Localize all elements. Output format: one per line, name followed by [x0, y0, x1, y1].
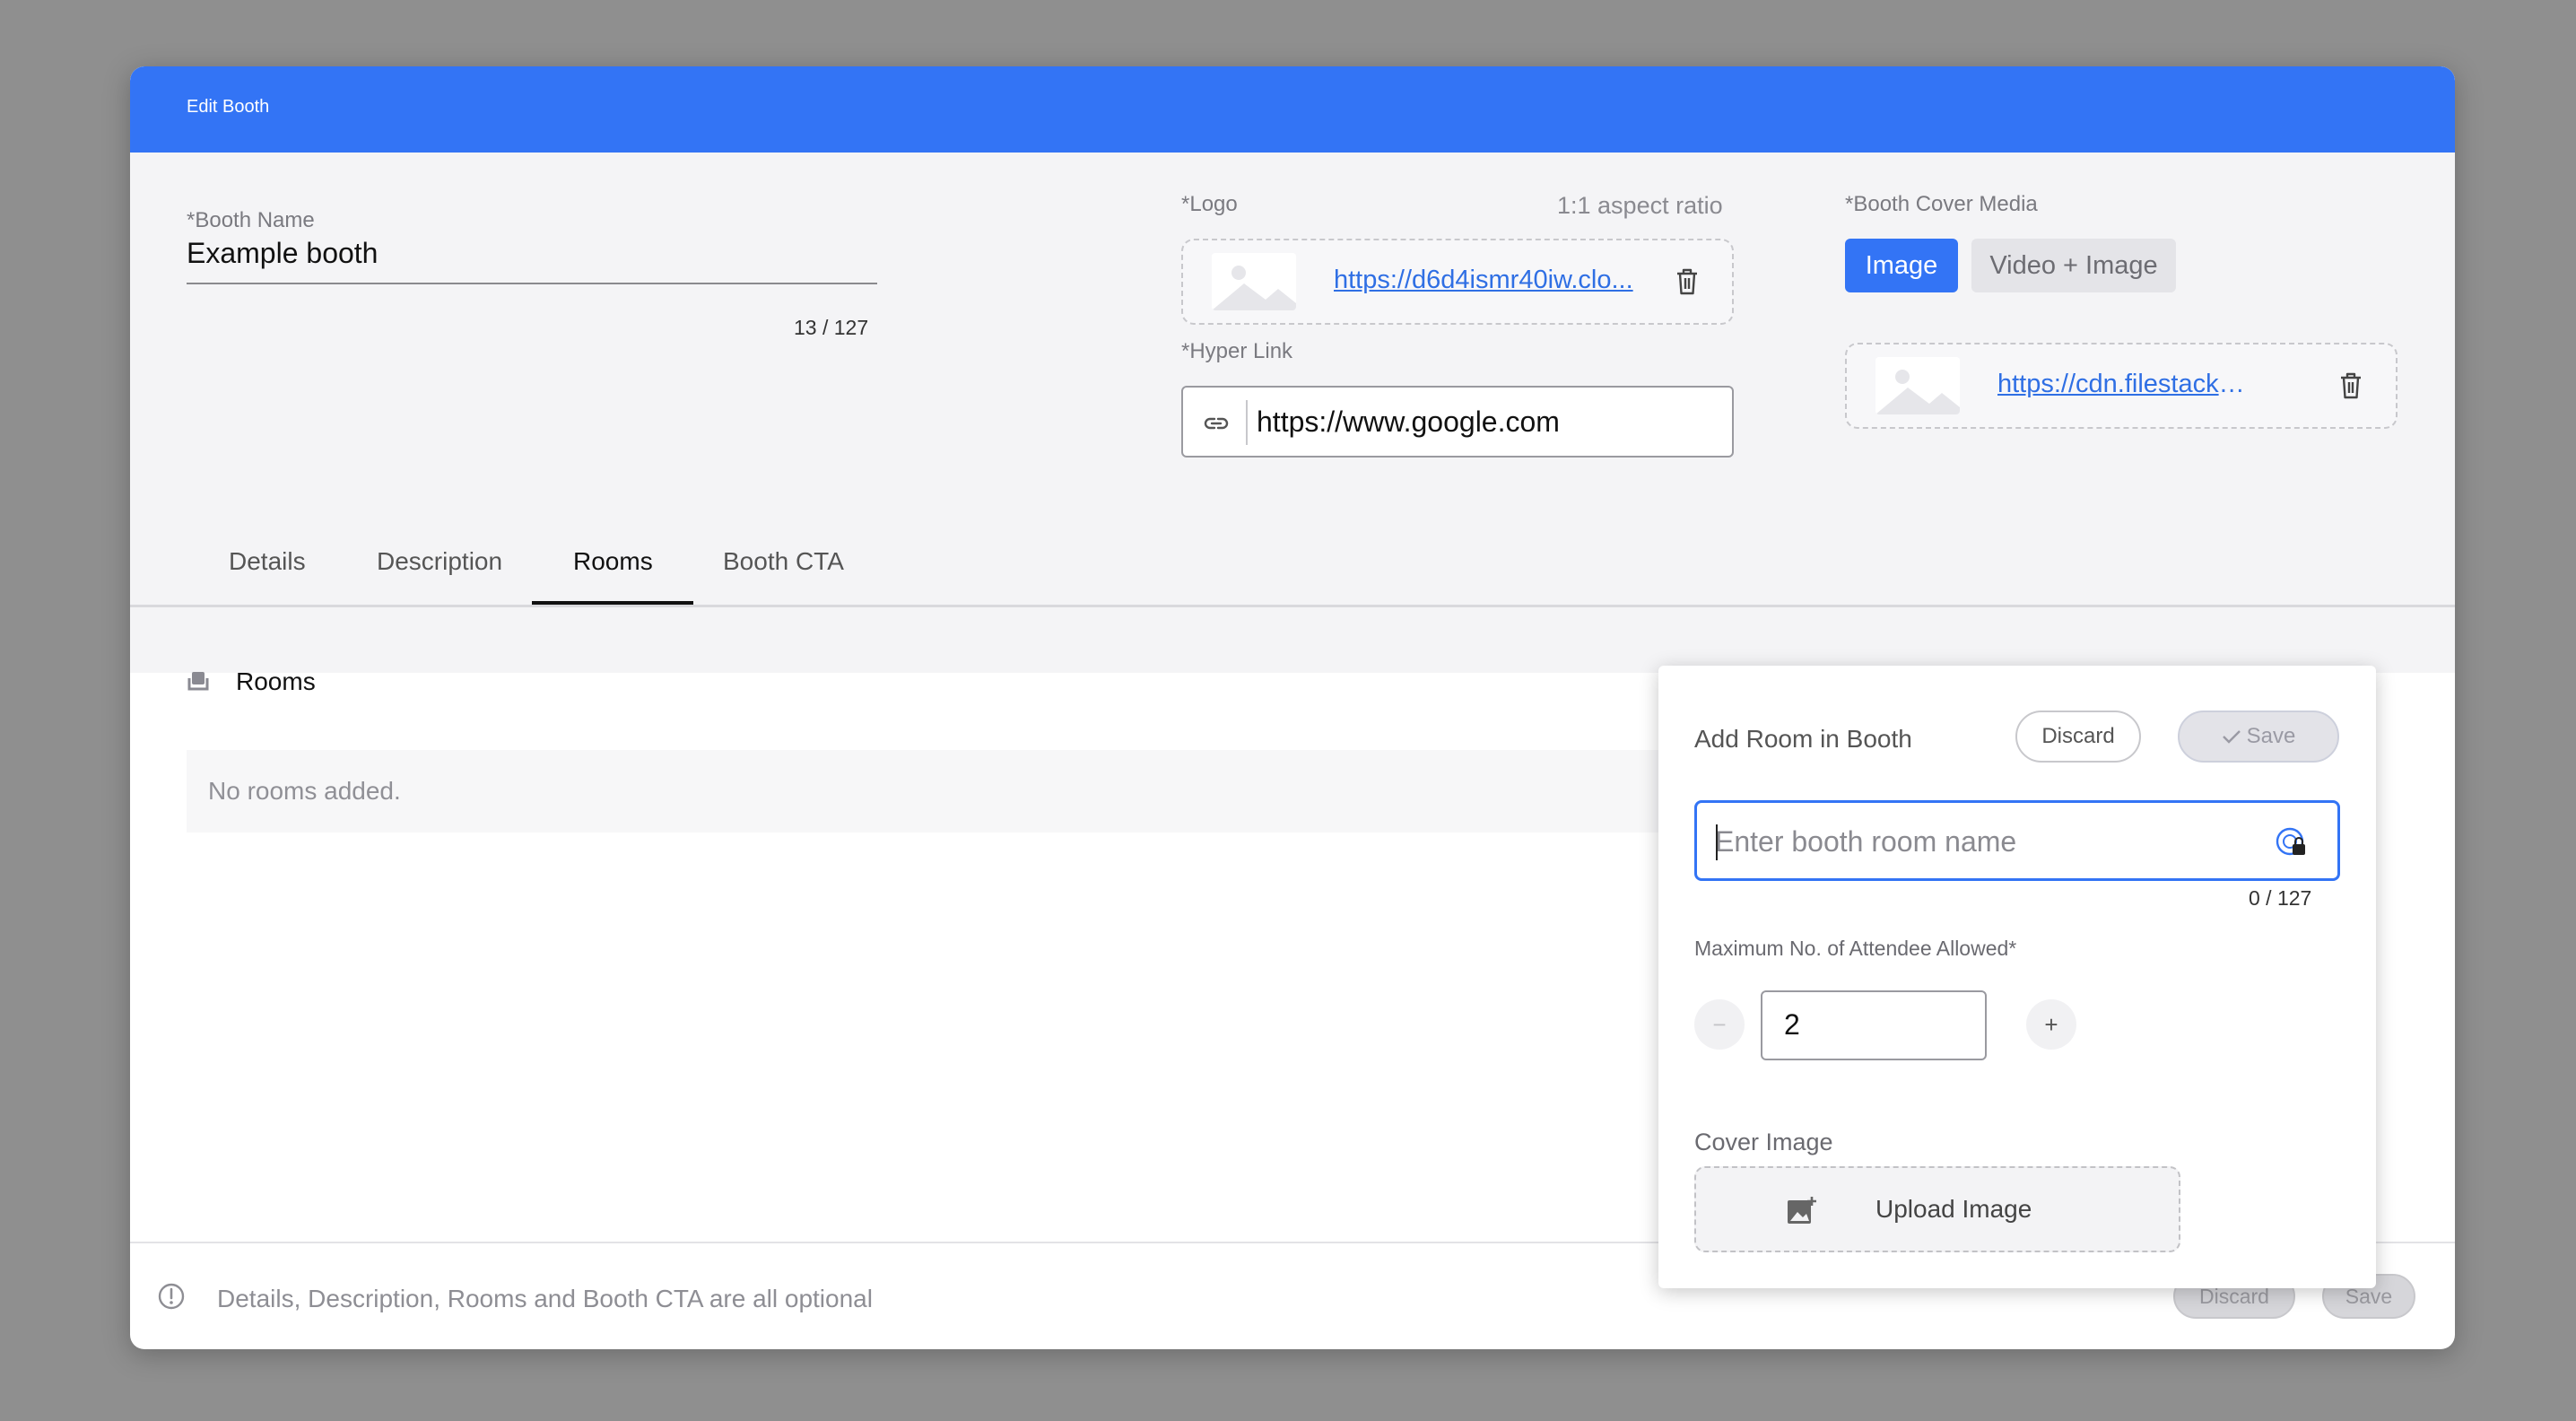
max-attendee-input[interactable]: 2: [1761, 990, 1987, 1060]
image-placeholder-icon: [1875, 357, 1960, 414]
password-key-icon[interactable]: [2275, 826, 2309, 860]
link-icon: [1204, 417, 1229, 430]
tab-details[interactable]: Details: [229, 547, 306, 576]
trash-icon[interactable]: [2338, 371, 2363, 400]
logo-url-link[interactable]: https://d6d4ismr40iw.clo...: [1334, 266, 1639, 295]
rooms-empty-state: [187, 750, 1801, 833]
upload-image-button[interactable]: Upload Image: [1694, 1166, 2180, 1252]
room-name-count: 0 / 127: [2249, 886, 2312, 910]
info-icon: [158, 1283, 185, 1310]
rooms-heading: Rooms: [236, 667, 316, 695]
max-attendee-label: Maximum No. of Attendee Allowed*: [1694, 937, 2017, 960]
rooms-empty-text: No rooms added.: [208, 777, 401, 805]
booth-name-count: 13 / 127: [794, 316, 869, 339]
footer-optional-note: Details, Description, Rooms and Booth CT…: [217, 1285, 873, 1312]
upload-image-label: Upload Image: [1875, 1195, 2032, 1223]
logo-aspect-hint: 1:1 aspect ratio: [1557, 192, 1723, 219]
cover-image-label: Cover Image: [1694, 1129, 1833, 1155]
logo-label: *Logo: [1181, 192, 1238, 216]
add-room-discard-button[interactable]: Discard: [2015, 710, 2141, 763]
image-placeholder-icon: [1212, 253, 1296, 310]
decrement-button[interactable]: −: [1694, 999, 1745, 1050]
hyper-link-field[interactable]: https://www.google.com: [1181, 386, 1734, 458]
room-name-input[interactable]: [1715, 823, 2253, 860]
add-room-save-label: Save: [2246, 724, 2296, 748]
check-icon: [2222, 730, 2241, 744]
cover-media-url-link[interactable]: https://cdn.filestackconte...: [1997, 370, 2258, 399]
tab-rooms[interactable]: Rooms: [573, 547, 653, 576]
trash-icon[interactable]: [1675, 267, 1700, 296]
link-divider: [1246, 400, 1248, 445]
cover-media-video-image-button[interactable]: Video + Image: [1971, 239, 2176, 292]
cover-media-upload-box: https://cdn.filestackconte...: [1845, 343, 2398, 429]
booth-name-underline: [187, 283, 877, 284]
tabs-divider: [130, 605, 2455, 607]
increment-button[interactable]: +: [2026, 999, 2076, 1050]
add-room-popover: Add Room in Booth Discard Save 0 / 127 M…: [1658, 666, 2376, 1288]
tab-description[interactable]: Description: [377, 547, 502, 576]
tab-booth-cta[interactable]: Booth CTA: [723, 547, 844, 576]
modal-header: Edit Booth: [130, 66, 2455, 153]
rooms-icon: [187, 672, 209, 691]
hyper-link-label: *Hyper Link: [1181, 339, 1293, 363]
text-caret: [1716, 824, 1718, 860]
hyper-link-value: https://www.google.com: [1257, 405, 1560, 438]
logo-upload-box: https://d6d4ismr40iw.clo...: [1181, 239, 1734, 325]
booth-name-input[interactable]: Example booth: [187, 237, 378, 270]
cover-media-label: *Booth Cover Media: [1845, 192, 2038, 216]
add-room-title: Add Room in Booth: [1694, 725, 1912, 753]
add-image-icon: [1788, 1197, 1816, 1224]
max-attendee-value: 2: [1784, 1008, 1800, 1041]
modal-title: Edit Booth: [187, 97, 270, 117]
room-name-field[interactable]: [1694, 800, 2340, 881]
add-room-save-button[interactable]: Save: [2178, 710, 2339, 763]
active-tab-indicator: [532, 601, 693, 605]
cover-media-image-button[interactable]: Image: [1845, 239, 1958, 292]
booth-name-label: *Booth Name: [187, 208, 315, 232]
